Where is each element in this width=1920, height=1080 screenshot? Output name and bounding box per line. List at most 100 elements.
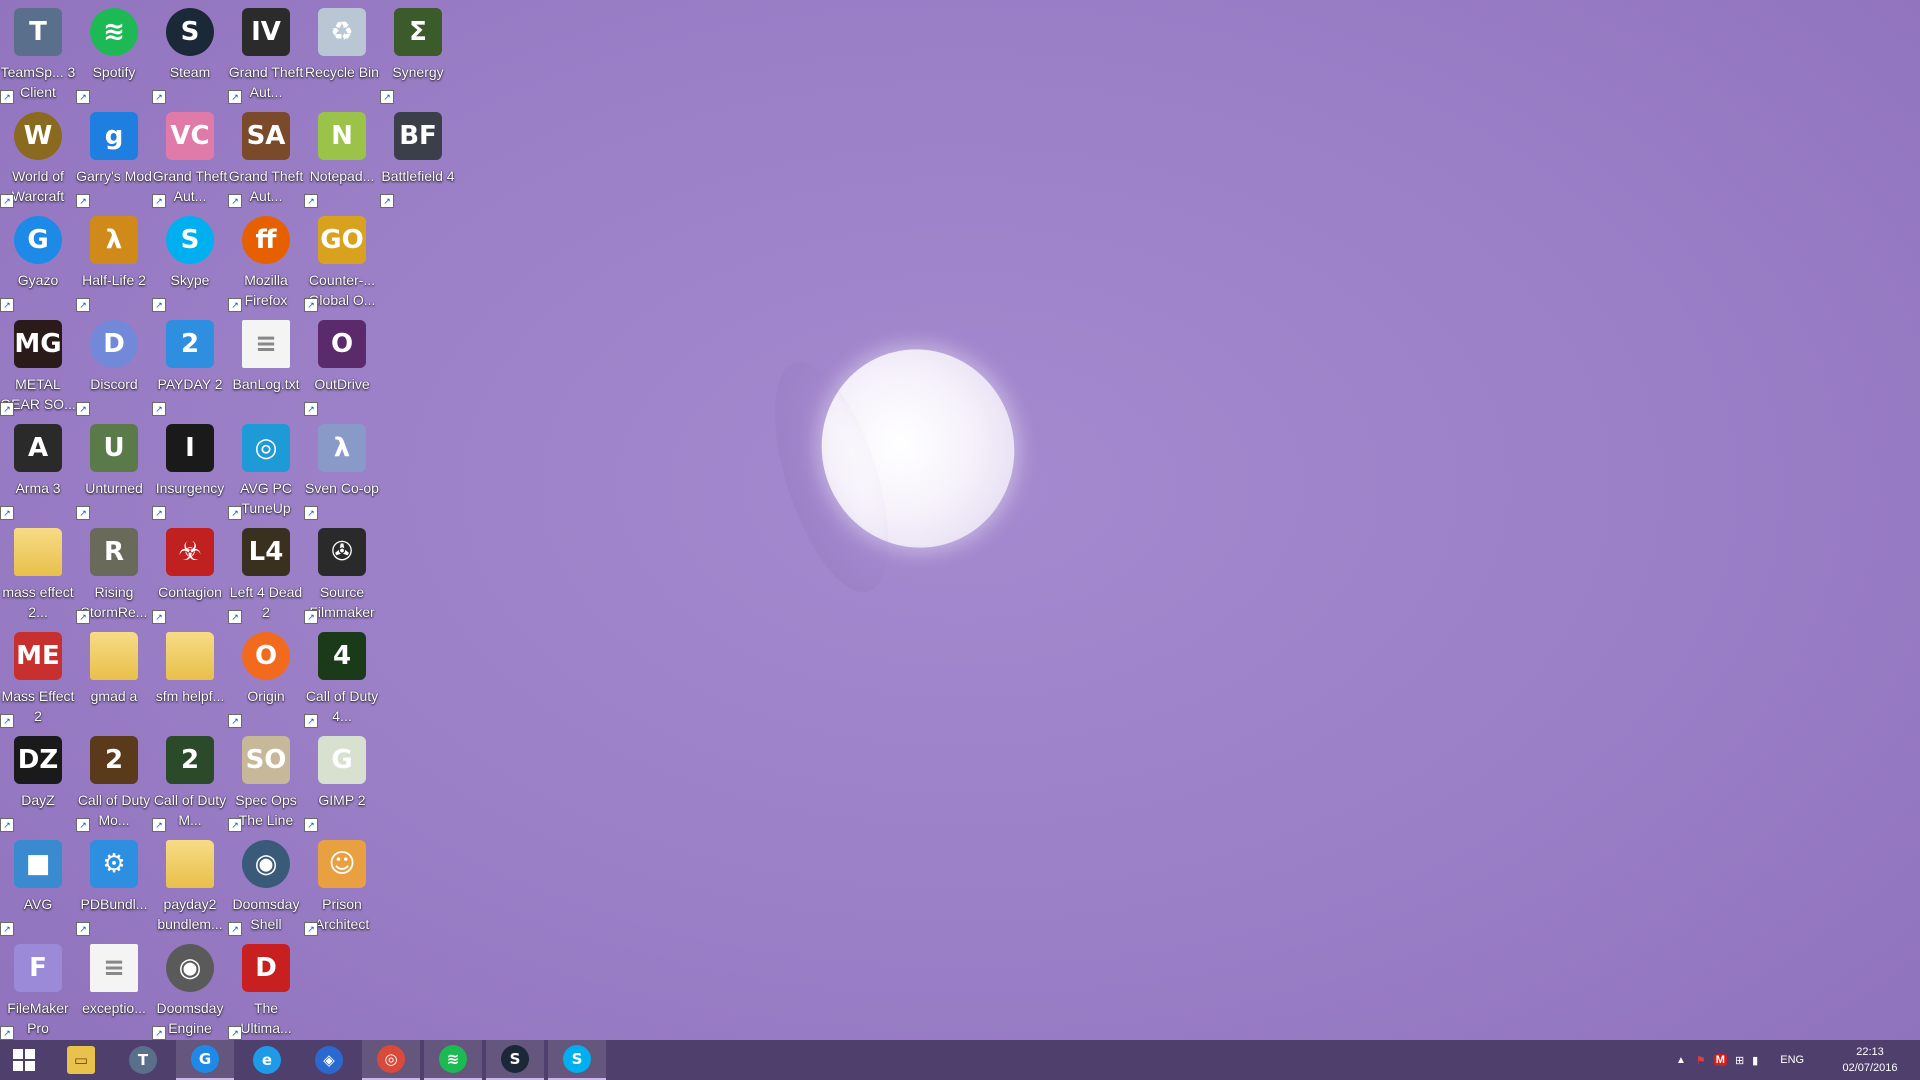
folder-icon: ▭ (67, 1046, 95, 1074)
start-button[interactable] (0, 1040, 48, 1080)
taskbar-app-gyazo[interactable]: G (176, 1040, 234, 1080)
desktop-icon[interactable]: D ↗ The Ultima... (228, 936, 304, 1040)
desktop-icon[interactable]: O ↗ Origin (228, 624, 304, 728)
taskbar-app-chrome[interactable]: ◎ (362, 1040, 420, 1080)
shortcut-arrow-icon: ↗ (228, 194, 242, 208)
desktop-icon-label: Contagion (158, 584, 222, 600)
desktop-icon[interactable]: D ↗ Discord (76, 312, 152, 416)
shortcut-arrow-icon: ↗ (76, 194, 90, 208)
desktop-icon[interactable]: ◉ ↗ Doomsday Shell (228, 832, 304, 936)
desktop-icon[interactable]: DZ ↗ DayZ (0, 728, 76, 832)
desktop-icon[interactable]: 4 ↗ Call of Duty 4... (304, 624, 380, 728)
antivirus-icon[interactable]: M (1713, 1054, 1727, 1066)
shortcut-arrow-icon: ↗ (0, 714, 14, 728)
shortcut-arrow-icon: ↗ (152, 90, 166, 104)
gta-vc-icon: VC (166, 112, 214, 160)
chrome-icon: ◎ (377, 1045, 405, 1073)
taskbar-app-steam[interactable]: S (486, 1040, 544, 1080)
desktop-icon[interactable]: g ↗ Garry's Mod (76, 104, 152, 208)
shortcut-arrow-icon: ↗ (228, 1026, 242, 1040)
desktop-icon[interactable]: ff ↗ Mozilla Firefox (228, 208, 304, 312)
taskbar-app-file-explorer[interactable]: ▭ (52, 1040, 110, 1080)
taskbar-app-internet-explorer[interactable]: e (238, 1040, 296, 1080)
desktop-icon[interactable]: 2 ↗ PAYDAY 2 (152, 312, 228, 416)
taskbar-app-skype[interactable]: S (548, 1040, 606, 1080)
desktop-icon[interactable]: VC ↗ Grand Theft Aut... (152, 104, 228, 208)
desktop-icon[interactable]: N ↗ Notepad... (304, 104, 380, 208)
desktop-icon[interactable]: IV ↗ Grand Theft Aut... (228, 0, 304, 104)
desktop-icon[interactable]: ☺ ↗ Prison Architect (304, 832, 380, 936)
desktop-icon[interactable]: S ↗ Steam (152, 0, 228, 104)
app-icon: ◈ (315, 1046, 343, 1074)
desktop-icon[interactable]: ♻ Recycle Bin (304, 0, 380, 104)
language-indicator[interactable]: ENG (1780, 1054, 1804, 1066)
desktop-icon[interactable]: ≡ exceptio... (76, 936, 152, 1040)
taskbar-app-spotify[interactable]: ≋ (424, 1040, 482, 1080)
desktop-icon-label: GIMP 2 (318, 792, 366, 808)
text-file-icon: ≡ (90, 944, 138, 992)
desktop-icon[interactable]: sfm helpf... (152, 624, 228, 728)
desktop-icon[interactable]: MG ↗ METAL GEAR SO... (0, 312, 76, 416)
network-icon[interactable]: ▮ (1752, 1054, 1758, 1067)
desktop-icon-label: Skype (170, 272, 210, 288)
clock[interactable]: 22:13 02/07/2016 (1834, 1044, 1906, 1076)
desktop-icon[interactable]: U ↗ Unturned (76, 416, 152, 520)
shortcut-arrow-icon: ↗ (0, 298, 14, 312)
shortcut-arrow-icon: ↗ (152, 506, 166, 520)
desktop-icon[interactable]: SO ↗ Spec Ops The Line (228, 728, 304, 832)
desktop-icon[interactable]: W ↗ World of Warcraft (0, 104, 76, 208)
desktop-icon[interactable]: ≡ BanLog.txt (228, 312, 304, 416)
shortcut-arrow-icon: ↗ (0, 402, 14, 416)
desktop-icon[interactable]: O ↗ OutDrive (304, 312, 380, 416)
shortcut-arrow-icon: ↗ (152, 1026, 166, 1040)
shortcut-arrow-icon: ↗ (152, 194, 166, 208)
desktop-icon[interactable]: F ↗ FileMaker Pro (0, 936, 76, 1040)
metal-gear-icon: MG (14, 320, 62, 368)
desktop-icon[interactable]: A ↗ Arma 3 (0, 416, 76, 520)
desktop-icon[interactable]: ■ ↗ AVG (0, 832, 76, 936)
desktop-icon[interactable]: ◉ ↗ Doomsday Engine (152, 936, 228, 1040)
desktop-icon[interactable]: BF ↗ Battlefield 4 (380, 104, 456, 208)
origin-icon: O (242, 632, 290, 680)
desktop-icon[interactable]: I ↗ Insurgency (152, 416, 228, 520)
taskbar-app-unknown-app[interactable]: ◈ (300, 1040, 358, 1080)
desktop-icon[interactable]: L4 ↗ Left 4 Dead 2 (228, 520, 304, 624)
desktop-icon[interactable]: R ↗ Rising StormRe... (76, 520, 152, 624)
desktop-icon[interactable]: T ↗ TeamSp... 3 Client (0, 0, 76, 104)
desktop-icon[interactable]: ME ↗ Mass Effect 2 (0, 624, 76, 728)
desktop-icon[interactable]: λ ↗ Half-Life 2 (76, 208, 152, 312)
shortcut-arrow-icon: ↗ (304, 922, 318, 936)
system-tray: ▲ ⚑ M ⊞ ▮ ENG (1676, 1040, 1804, 1080)
desktop-icon[interactable]: 2 ↗ Call of Duty Mo... (76, 728, 152, 832)
desktop-icon[interactable]: G ↗ Gyazo (0, 208, 76, 312)
shortcut-arrow-icon: ↗ (0, 1026, 14, 1040)
desktop-icon[interactable]: GO ↗ Counter-... Global O... (304, 208, 380, 312)
shortcut-arrow-icon: ↗ (228, 714, 242, 728)
windows-icon[interactable]: ⊞ (1735, 1054, 1744, 1067)
desktop-icon[interactable]: ≋ ↗ Spotify (76, 0, 152, 104)
desktop-icon[interactable]: mass effect 2... (0, 520, 76, 624)
shortcut-arrow-icon: ↗ (76, 818, 90, 832)
desktop-icon[interactable]: ◎ ↗ AVG PC TuneUp (228, 416, 304, 520)
desktop-icon[interactable]: 2 ↗ Call of Duty M... (152, 728, 228, 832)
desktop-icon-label: Steam (169, 64, 211, 80)
taskbar-app-teamspeak[interactable]: T (114, 1040, 172, 1080)
desktop-icon[interactable]: ☣ ↗ Contagion (152, 520, 228, 624)
shortcut-arrow-icon: ↗ (304, 298, 318, 312)
internet-explorer-icon: e (253, 1046, 281, 1074)
desktop-icon[interactable]: Σ ↗ Synergy (380, 0, 456, 104)
spotify-icon: ≋ (90, 8, 138, 56)
desktop-icon[interactable]: ✇ ↗ Source Filmmaker (304, 520, 380, 624)
desktop-icon[interactable]: SA ↗ Grand Theft Aut... (228, 104, 304, 208)
desktop-icon-area: T ↗ TeamSp... 3 Client ≋ ↗ Spotify S ↗ Steam IV ↗ G… (0, 0, 460, 1040)
desktop-icon[interactable]: λ ↗ Sven Co-op (304, 416, 380, 520)
desktop-icon[interactable]: G ↗ GIMP 2 (304, 728, 380, 832)
show-hidden-icons-icon[interactable]: ▲ (1676, 1055, 1686, 1066)
desktop-icon-label: Sven Co-op (305, 480, 379, 496)
desktop-icon-label: Spotify (92, 64, 136, 80)
flag-icon[interactable]: ⚑ (1696, 1054, 1706, 1067)
desktop-icon[interactable]: gmad a (76, 624, 152, 728)
desktop-icon[interactable]: ⚙ ↗ PDBundl... (76, 832, 152, 936)
desktop-icon[interactable]: payday2 bundlem... (152, 832, 228, 936)
desktop-icon[interactable]: S ↗ Skype (152, 208, 228, 312)
